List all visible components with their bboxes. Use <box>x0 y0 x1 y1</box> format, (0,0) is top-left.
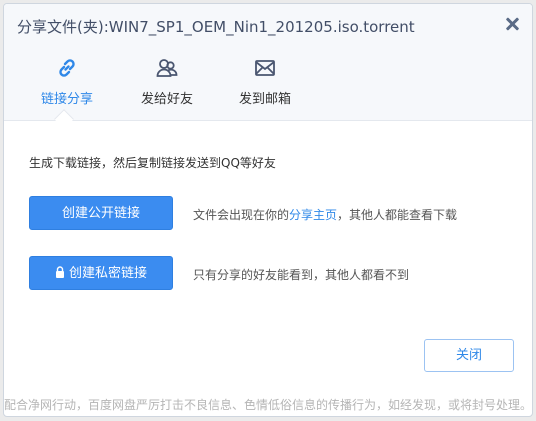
share-homepage-link[interactable]: 分享主页 <box>289 208 337 222</box>
lock-icon <box>55 266 64 278</box>
share-description: 生成下载链接，然后复制链接发送到QQ等好友 <box>29 156 276 170</box>
policy-notice: 配合净网行动，百度网盘严厉打击不良信息、色情低俗信息的传播行为，如经发现，或将封… <box>4 398 533 412</box>
create-public-link-button[interactable]: 创建公开链接 <box>29 196 173 230</box>
public-note-suffix: ，其他人都能查看下载 <box>337 208 458 222</box>
friends-icon <box>156 59 178 77</box>
tab-send-friends[interactable]: 发给好友 <box>122 52 212 112</box>
private-button-label: 创建私密链接 <box>68 266 147 281</box>
tab-label: 发给好友 <box>140 92 193 107</box>
create-private-link-button[interactable]: 创建私密链接 <box>29 256 173 290</box>
tab-link-share[interactable]: 链接分享 <box>22 52 112 112</box>
tab-send-email[interactable]: 发到邮箱 <box>220 52 310 112</box>
tab-label: 发到邮箱 <box>238 92 291 107</box>
share-tabs: 链接分享 发给好友 发到邮箱 <box>22 52 342 112</box>
close-icon[interactable] <box>504 16 520 32</box>
close-button[interactable]: 关闭 <box>424 339 514 372</box>
public-link-note: 文件会出现在你的分享主页，其他人都能查看下载 <box>193 206 457 223</box>
tab-label: 链接分享 <box>40 92 93 107</box>
share-dialog: 分享文件(夹):WIN7_SP1_OEM_Nin1_201205.iso.tor… <box>3 3 533 417</box>
dialog-title: 分享文件(夹):WIN7_SP1_OEM_Nin1_201205.iso.tor… <box>17 18 415 36</box>
private-link-note: 只有分享的好友能看到，其他人都看不到 <box>193 268 410 282</box>
dialog-header: 分享文件(夹):WIN7_SP1_OEM_Nin1_201205.iso.tor… <box>4 4 532 121</box>
mail-icon <box>255 60 275 76</box>
public-note-prefix: 文件会出现在你的 <box>193 208 290 222</box>
link-icon <box>59 59 75 77</box>
